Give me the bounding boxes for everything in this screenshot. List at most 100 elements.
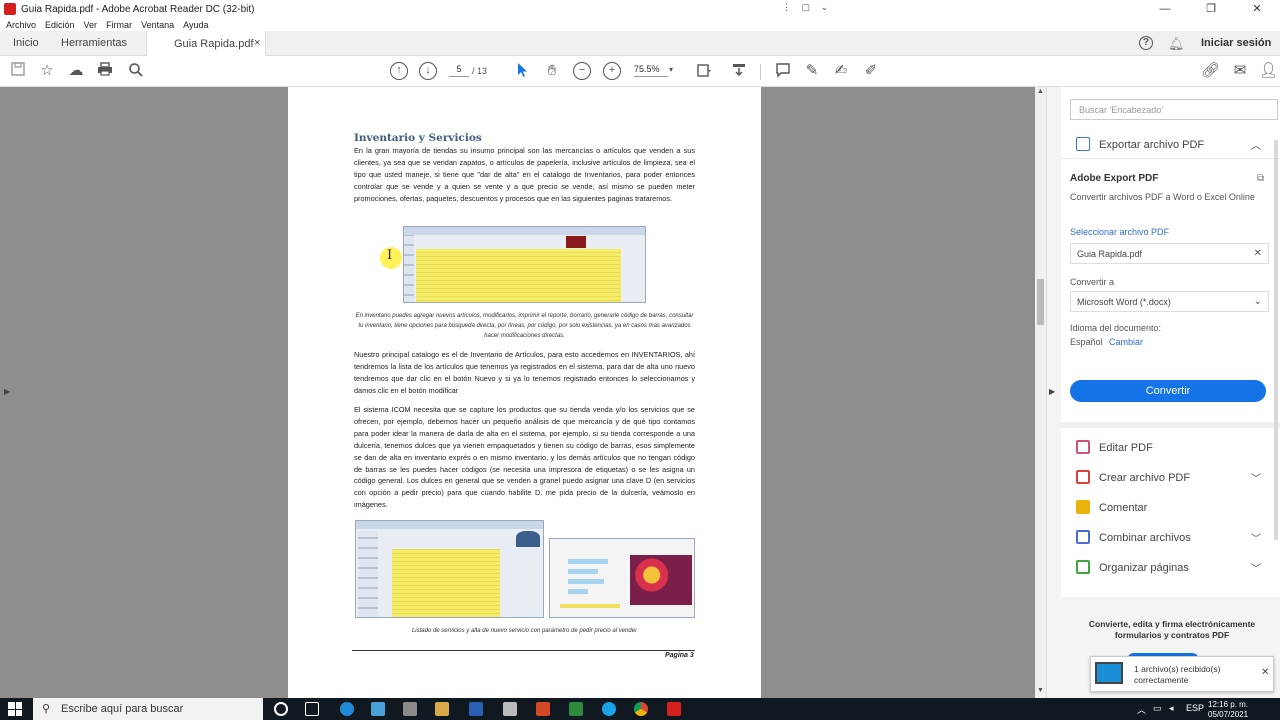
close-window-button[interactable]: ✕: [1234, 0, 1280, 18]
tool-label: Comentar: [1099, 502, 1148, 514]
menu-ventana[interactable]: Ventana: [141, 20, 174, 30]
tool-organize-pages[interactable]: Organizar páginas ﹀: [1061, 553, 1280, 583]
document-scrollbar[interactable]: ▲ ▼: [1035, 87, 1046, 698]
taskbar-search[interactable]: ⚲ Escribe aquí para buscar: [33, 698, 263, 720]
menu-ayuda[interactable]: Ayuda: [183, 20, 208, 30]
minimize-button[interactable]: —: [1142, 0, 1188, 18]
menu-archivo[interactable]: Archivo: [6, 20, 36, 30]
left-panel-toggle-icon[interactable]: ▶: [4, 387, 10, 396]
share-link-icon[interactable]: 🔗︎: [1201, 62, 1220, 80]
acrobat-taskbar-icon[interactable]: [667, 702, 681, 716]
edge-icon[interactable]: [340, 702, 354, 716]
page-up-icon[interactable]: ↑: [390, 62, 408, 80]
word-icon[interactable]: [469, 702, 483, 716]
tool-create-pdf[interactable]: Crear archivo PDF ﹀: [1061, 463, 1280, 493]
clear-file-icon[interactable]: ✕: [1254, 248, 1262, 259]
star-icon[interactable]: ☆: [38, 62, 56, 80]
maximize-button[interactable]: ❐: [1188, 0, 1234, 18]
battery-icon[interactable]: ▭: [1153, 703, 1162, 714]
fit-page-icon[interactable]: [695, 62, 713, 80]
notifications-bell-icon[interactable]: 🔔︎: [1168, 36, 1185, 52]
save-icon[interactable]: [9, 62, 27, 80]
selected-file-field[interactable]: Guia Rapida.pdf ✕: [1070, 243, 1269, 264]
sign-icon[interactable]: ✍︎: [832, 62, 850, 80]
mail-icon[interactable]: [371, 702, 385, 716]
menu-bar: Archivo Edición Ver Firmar Ventana Ayuda: [0, 18, 1280, 31]
page-number-input[interactable]: 5: [449, 64, 469, 77]
chevron-down-icon[interactable]: ﹀: [1251, 560, 1261, 575]
convert-button[interactable]: Convertir: [1070, 380, 1266, 402]
menu-firmar[interactable]: Firmar: [106, 20, 132, 30]
zoom-level-input[interactable]: 75.5%: [634, 64, 668, 77]
zoom-in-icon[interactable]: +: [603, 62, 621, 80]
page-footer-line: [352, 650, 695, 651]
tray-chevron-icon[interactable]: ︿: [1137, 703, 1146, 716]
input-language[interactable]: ESP: [1186, 703, 1204, 713]
copy-icon[interactable]: ⧉: [1257, 173, 1264, 184]
tools-pane: Buscar 'Encabezado' Exportar archivo PDF…: [1061, 87, 1280, 698]
chevron-up-icon[interactable]: ︿: [1251, 137, 1261, 152]
zoom-dropdown-icon[interactable]: ▾: [669, 65, 673, 74]
tab-document[interactable]: Guia Rapida.pdf ×: [146, 31, 266, 56]
store-icon[interactable]: [503, 702, 517, 716]
tool-combine-files[interactable]: Combinar archivos ﹀: [1061, 523, 1280, 553]
scrollbar-thumb[interactable]: [1037, 279, 1044, 325]
toast-notification[interactable]: 1 archivo(s) recibido(s) correctamente ✕: [1090, 656, 1274, 692]
pdf-page[interactable]: Inventario y Servicios En la gran mayorí…: [288, 87, 761, 698]
chevron-down-icon[interactable]: ﹀: [1251, 530, 1261, 545]
cloud-upload-icon[interactable]: ☁: [67, 62, 85, 80]
document-viewer[interactable]: ▶ Inventario y Servicios En la gran mayo…: [0, 87, 1046, 698]
scroll-mode-icon[interactable]: [730, 62, 748, 80]
select-cursor-icon[interactable]: [513, 62, 531, 80]
title-extra-controls[interactable]: ⋮ ▢ ⌄: [782, 2, 832, 13]
window-controls: — ❐ ✕: [1142, 0, 1280, 18]
right-pane-toggle-icon[interactable]: ▶: [1049, 387, 1055, 396]
tool-comment[interactable]: Comentar: [1061, 493, 1280, 523]
email-icon[interactable]: ✉: [1231, 62, 1249, 80]
cortana-icon[interactable]: [274, 702, 288, 716]
scroll-down-icon[interactable]: ▼: [1037, 687, 1044, 694]
search-icon[interactable]: [127, 62, 145, 80]
page-down-icon[interactable]: ↓: [419, 62, 437, 80]
tab-bar: Inicio Herramientas Guia Rapida.pdf × ? …: [0, 31, 1280, 56]
change-language-link[interactable]: Cambiar: [1109, 337, 1143, 347]
screenshot-side-column: [404, 235, 414, 302]
zoom-out-icon[interactable]: −: [573, 62, 591, 80]
screenshot-thumbnail: [566, 236, 586, 248]
tool-edit-pdf[interactable]: Editar PDF: [1061, 433, 1280, 463]
tab-document-label: Guia Rapida.pdf: [174, 38, 254, 50]
chevron-down-icon[interactable]: ﹀: [1251, 470, 1261, 485]
print-icon[interactable]: [96, 62, 114, 80]
windows-start-icon[interactable]: [8, 702, 22, 716]
convert-format-select[interactable]: Microsoft Word (*.docx) ⌄: [1070, 291, 1269, 312]
system-clock[interactable]: 12:16 p. m. 05/07/2021: [1208, 700, 1248, 720]
close-toast-icon[interactable]: ✕: [1261, 667, 1269, 678]
tab-tools[interactable]: Herramientas: [61, 37, 127, 49]
calculator-icon[interactable]: [403, 702, 417, 716]
help-icon[interactable]: ?: [1139, 36, 1153, 50]
panel-scrollbar[interactable]: [1274, 140, 1278, 540]
select-file-label[interactable]: Seleccionar archivo PDF: [1070, 227, 1169, 237]
powerpoint-icon[interactable]: [536, 702, 550, 716]
sign-in-link[interactable]: Iniciar sesión: [1201, 37, 1271, 49]
menu-ver[interactable]: Ver: [84, 20, 98, 30]
fill-sign-icon[interactable]: ✐: [862, 62, 880, 80]
add-user-icon[interactable]: 👤︎: [1259, 62, 1278, 80]
paragraph-2: Nuestro principal catalogo es el de Inve…: [354, 350, 695, 395]
close-tab-icon[interactable]: ×: [254, 37, 260, 49]
chrome-icon[interactable]: [634, 702, 648, 716]
task-view-icon[interactable]: [305, 702, 319, 716]
highlight-icon[interactable]: ✎: [803, 62, 821, 80]
file-explorer-icon[interactable]: [435, 702, 449, 716]
volume-icon[interactable]: ◂: [1169, 703, 1174, 714]
teamviewer-icon[interactable]: [602, 702, 616, 716]
excel-icon[interactable]: [569, 702, 583, 716]
comment-icon[interactable]: [774, 62, 792, 80]
scroll-up-icon[interactable]: ▲: [1037, 88, 1044, 95]
tab-home[interactable]: Inicio: [13, 37, 39, 49]
hand-icon[interactable]: ✋︎: [543, 62, 561, 80]
menu-edicion[interactable]: Edición: [45, 20, 75, 30]
taskbar-search-text: Escribe aquí para buscar: [61, 703, 184, 715]
search-input[interactable]: Buscar 'Encabezado': [1070, 99, 1278, 120]
export-pdf-header[interactable]: Exportar archivo PDF ︿: [1061, 129, 1280, 159]
